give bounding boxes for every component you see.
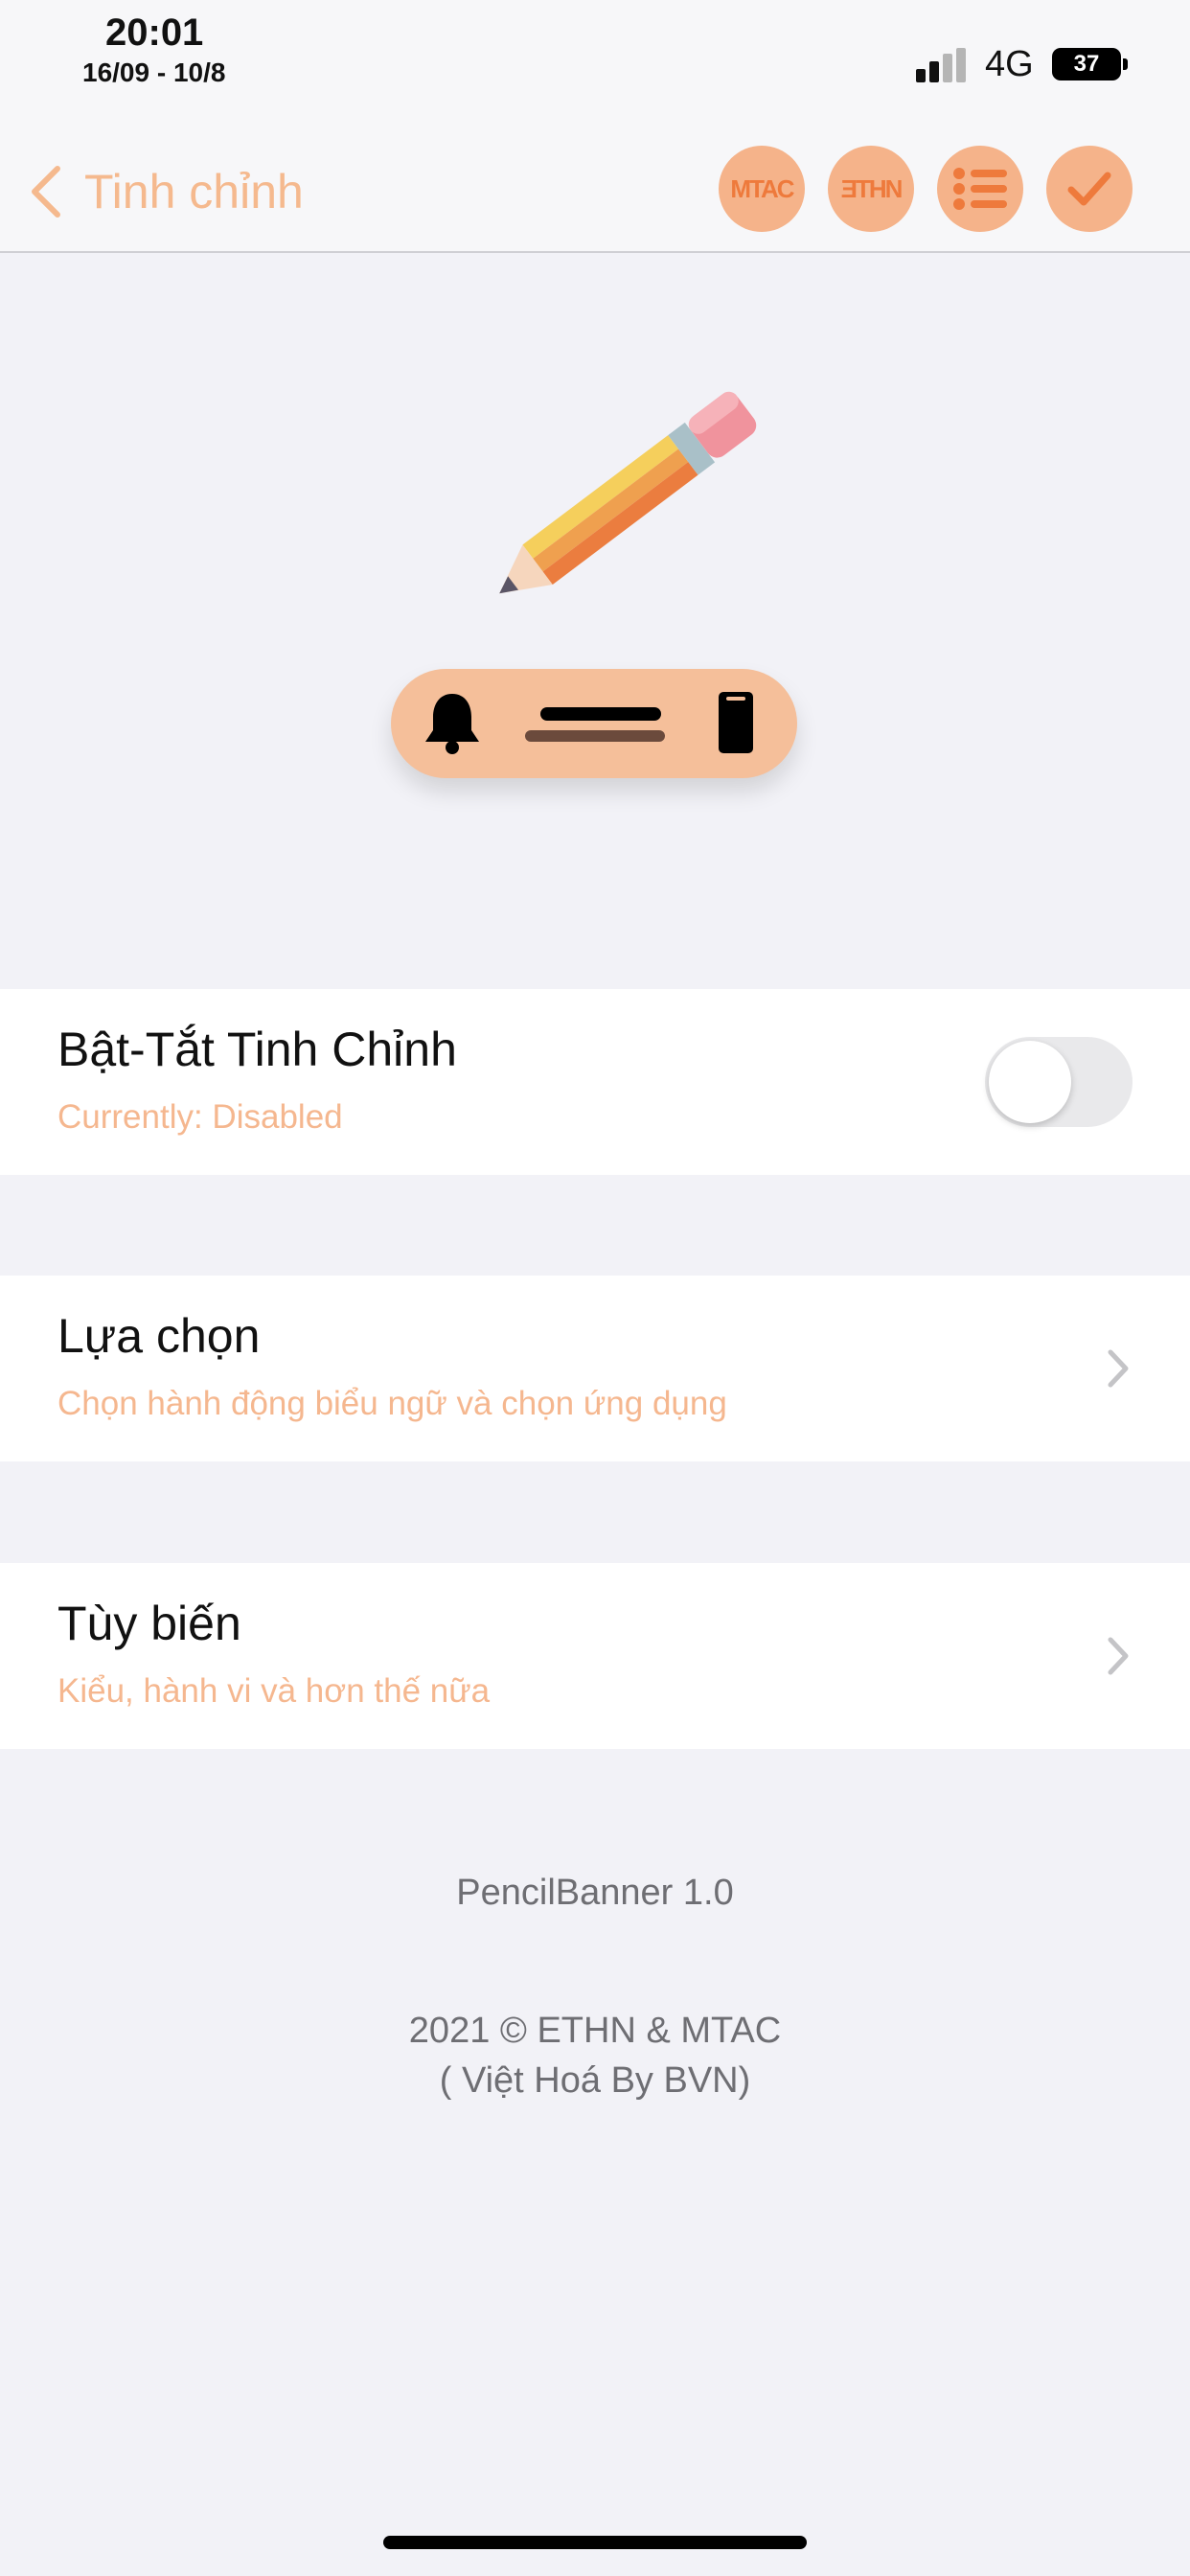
apply-button[interactable]: [1046, 146, 1133, 232]
home-indicator[interactable]: [383, 2536, 807, 2549]
credit-label: ( Việt Hoá By BVN): [439, 2060, 751, 2101]
navigation-bar: Tinh chỉnh MTAC ƎTHN: [0, 125, 1190, 253]
ethn-button[interactable]: ƎTHN: [828, 146, 914, 232]
options-title: Lựa chọn: [57, 1309, 261, 1363]
status-date: 16/09 - 10/8: [82, 58, 226, 87]
copyright-label: 2021 © ETHN & MTAC: [408, 2011, 782, 2051]
status-bar: 20:01 16/09 - 10/8 4G 37: [0, 0, 1190, 125]
banner-line-1: [540, 707, 661, 721]
customize-cell[interactable]: Tùy biến Kiểu, hành vi và hơn thế nữa: [0, 1563, 1190, 1749]
network-type: 4G: [985, 44, 1034, 84]
chevron-right-icon: [1108, 1349, 1129, 1388]
cellular-signal-icon: [916, 48, 970, 82]
banner-preview: [391, 669, 797, 778]
customize-title: Tùy biến: [57, 1597, 241, 1650]
customize-subtitle: Kiểu, hành vi và hơn thế nữa: [57, 1672, 491, 1710]
list-button[interactable]: [937, 146, 1023, 232]
enable-tweak-cell: Bật-Tắt Tinh Chỉnh Currently: Disabled: [0, 989, 1190, 1175]
mtac-logo: MTAC: [730, 173, 794, 203]
battery-icon: 37: [1052, 48, 1121, 80]
checkmark-icon: [1067, 172, 1111, 206]
switch-knob: [989, 1041, 1071, 1123]
options-subtitle: Chọn hành động biểu ngữ và chọn ứng dụng: [57, 1385, 727, 1422]
phone-icon: [719, 692, 753, 753]
version-label: PencilBanner 1.0: [456, 1873, 734, 1913]
bell-icon: [425, 694, 479, 754]
battery-tip: [1123, 58, 1128, 70]
back-button[interactable]: Tinh chỉnh: [29, 153, 304, 230]
enable-tweak-status: Currently: Disabled: [57, 1098, 343, 1136]
pencil-icon: [499, 391, 757, 594]
banner-line-2: [525, 730, 665, 742]
enable-tweak-switch[interactable]: [985, 1037, 1133, 1127]
chevron-right-icon: [1108, 1637, 1129, 1675]
status-time: 20:01: [105, 12, 204, 54]
hero-illustration: [0, 255, 1190, 989]
ethn-logo: ƎTHN: [840, 173, 904, 203]
mtac-button[interactable]: MTAC: [719, 146, 805, 232]
options-cell[interactable]: Lựa chọn Chọn hành động biểu ngữ và chọn…: [0, 1276, 1190, 1461]
back-label: Tinh chỉnh: [84, 165, 304, 218]
list-icon: [953, 168, 1007, 210]
enable-tweak-title: Bật-Tắt Tinh Chỉnh: [57, 1023, 457, 1076]
chevron-left-icon: [32, 166, 60, 218]
